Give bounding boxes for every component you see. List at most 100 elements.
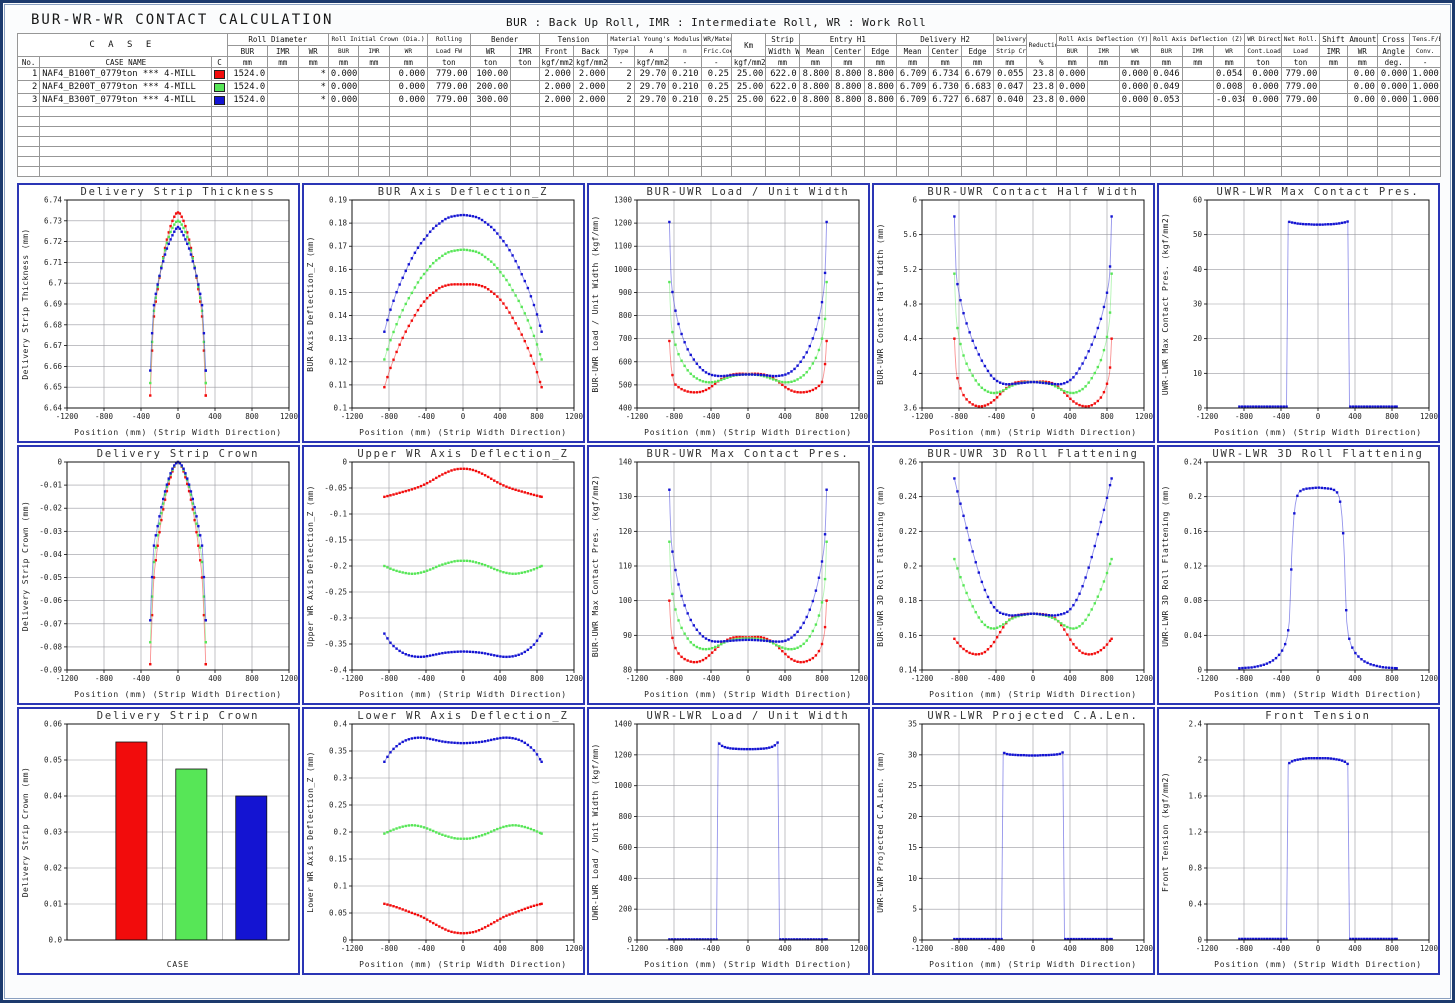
- col-header: Edge: [864, 46, 896, 57]
- svg-text:-400: -400: [132, 674, 151, 683]
- cell: [701, 147, 731, 157]
- cell: [799, 137, 831, 147]
- col-header: BUR: [227, 46, 268, 57]
- svg-text:4: 4: [912, 369, 917, 378]
- cell: [539, 127, 573, 137]
- cell: 8.800: [799, 81, 831, 94]
- svg-text:-0.15: -0.15: [324, 536, 347, 545]
- cell: [18, 117, 40, 127]
- svg-text:800: 800: [618, 311, 632, 320]
- cell: [608, 137, 634, 147]
- col-header: mm: [961, 57, 993, 68]
- cell: 23.8: [1026, 94, 1056, 107]
- svg-text:0.15: 0.15: [329, 288, 347, 297]
- cell: [929, 167, 961, 177]
- chart-svg: -1200-800-400040080012004005006007008009…: [589, 185, 868, 441]
- cell: [832, 127, 864, 137]
- cell: [1088, 127, 1119, 137]
- cell: 0.000: [1119, 68, 1150, 81]
- cell: [634, 137, 668, 147]
- svg-text:-800: -800: [380, 412, 399, 421]
- cell: *: [298, 94, 328, 107]
- table-row: 3NAF4_B300T_0779ton *** 4-MILL1524.0*0.0…: [18, 94, 1441, 107]
- svg-text:5: 5: [912, 905, 917, 914]
- cell: [470, 167, 511, 177]
- col-header: WR Direct: [1245, 34, 1281, 46]
- cell: [1320, 117, 1347, 127]
- cell: [1119, 157, 1150, 167]
- cell: [1347, 137, 1377, 147]
- svg-text:1200: 1200: [1420, 412, 1438, 421]
- svg-text:800: 800: [1385, 944, 1399, 953]
- svg-text:0: 0: [57, 458, 62, 467]
- page-title: BUR-WR-WR CONTACT CALCULATION: [31, 12, 333, 28]
- header-row: No.CASE NAMECmmmmmmmmmmmmtontontonkgf/mm…: [18, 57, 1441, 68]
- svg-text:-1200: -1200: [341, 944, 364, 953]
- cell: [359, 147, 389, 157]
- svg-text:Position (mm) (Strip Width Dir: Position (mm) (Strip Width Direction): [74, 690, 282, 699]
- cell: 0.049: [1151, 81, 1182, 94]
- cell: [1056, 117, 1087, 127]
- cell: [731, 137, 765, 147]
- cell: [511, 157, 539, 167]
- cell: [1377, 127, 1409, 137]
- svg-text:0.02: 0.02: [44, 864, 62, 873]
- cell: [1182, 117, 1213, 127]
- svg-text:800: 800: [618, 812, 632, 821]
- svg-text:UWR-LWR Projected C.A.Len.: UWR-LWR Projected C.A.Len.: [927, 710, 1138, 722]
- chart-panel-uwr-lwr-load-per-unit-width: -1200-800-400040080012000200400600800100…: [587, 707, 870, 975]
- svg-text:0: 0: [1197, 936, 1202, 945]
- chart-panel-delivery-strip-crown-bar: 0.00.010.020.030.040.050.06Delivery Stri…: [17, 707, 300, 975]
- cell: [701, 107, 731, 117]
- svg-text:0: 0: [176, 412, 181, 421]
- cell: [40, 107, 212, 117]
- cell: 8.800: [832, 81, 864, 94]
- svg-text:400: 400: [1063, 412, 1077, 421]
- svg-text:-1200: -1200: [56, 412, 79, 421]
- cell: [1026, 157, 1056, 167]
- cell: 6.730: [929, 81, 961, 94]
- cell: [573, 157, 607, 167]
- svg-text:50: 50: [1193, 230, 1203, 239]
- case-color-swatch: [212, 81, 227, 94]
- col-header: mm: [389, 57, 428, 68]
- cell: 1.000: [1410, 94, 1441, 107]
- svg-text:BUR-UWR Max Contact Pres. (kgf: BUR-UWR Max Contact Pres. (kgf/mm2): [591, 475, 600, 658]
- chart-panel-upper-wr-axis-deflection-z: -1200-800-40004008001200-0.4-0.35-0.3-0.…: [302, 445, 585, 705]
- cell: 2.000: [573, 68, 607, 81]
- cell: [1213, 147, 1244, 157]
- col-header: mm: [298, 57, 328, 68]
- svg-text:0.18: 0.18: [899, 596, 918, 605]
- cell: [18, 107, 40, 117]
- cell: -0.038: [1213, 94, 1244, 107]
- svg-text:6.69: 6.69: [44, 300, 62, 309]
- svg-text:BUR-UWR Contact Half Width (mm: BUR-UWR Contact Half Width (mm): [876, 223, 885, 385]
- cell: [1213, 127, 1244, 137]
- svg-text:-0.01: -0.01: [39, 481, 62, 490]
- cell: [1182, 127, 1213, 137]
- cell: [799, 147, 831, 157]
- cell: [389, 167, 428, 177]
- cell: [1182, 68, 1213, 81]
- svg-text:800: 800: [815, 944, 829, 953]
- col-header: Bender: [470, 34, 539, 46]
- svg-text:Position (mm) (Strip Width Dir: Position (mm) (Strip Width Direction): [74, 428, 282, 437]
- cell: [328, 167, 358, 177]
- svg-text:0.1: 0.1: [333, 404, 347, 413]
- svg-text:Position (mm) (Strip Width Dir: Position (mm) (Strip Width Direction): [1214, 960, 1422, 969]
- svg-text:30: 30: [1193, 300, 1203, 309]
- header-row: [18, 167, 1441, 177]
- svg-text:-0.02: -0.02: [39, 504, 62, 513]
- cell: [1347, 167, 1377, 177]
- cell: 0.000: [1119, 94, 1150, 107]
- cell: [766, 107, 799, 117]
- col-header: mm: [1213, 57, 1244, 68]
- svg-text:-1200: -1200: [911, 674, 934, 683]
- svg-text:0: 0: [1197, 404, 1202, 413]
- cell: [1026, 167, 1056, 177]
- cell: [227, 117, 268, 127]
- cell: [227, 147, 268, 157]
- chart-panel-bur-uwr-load-per-unit-width: -1200-800-400040080012004005006007008009…: [587, 183, 870, 443]
- cell: [1056, 147, 1087, 157]
- svg-text:1100: 1100: [614, 242, 633, 251]
